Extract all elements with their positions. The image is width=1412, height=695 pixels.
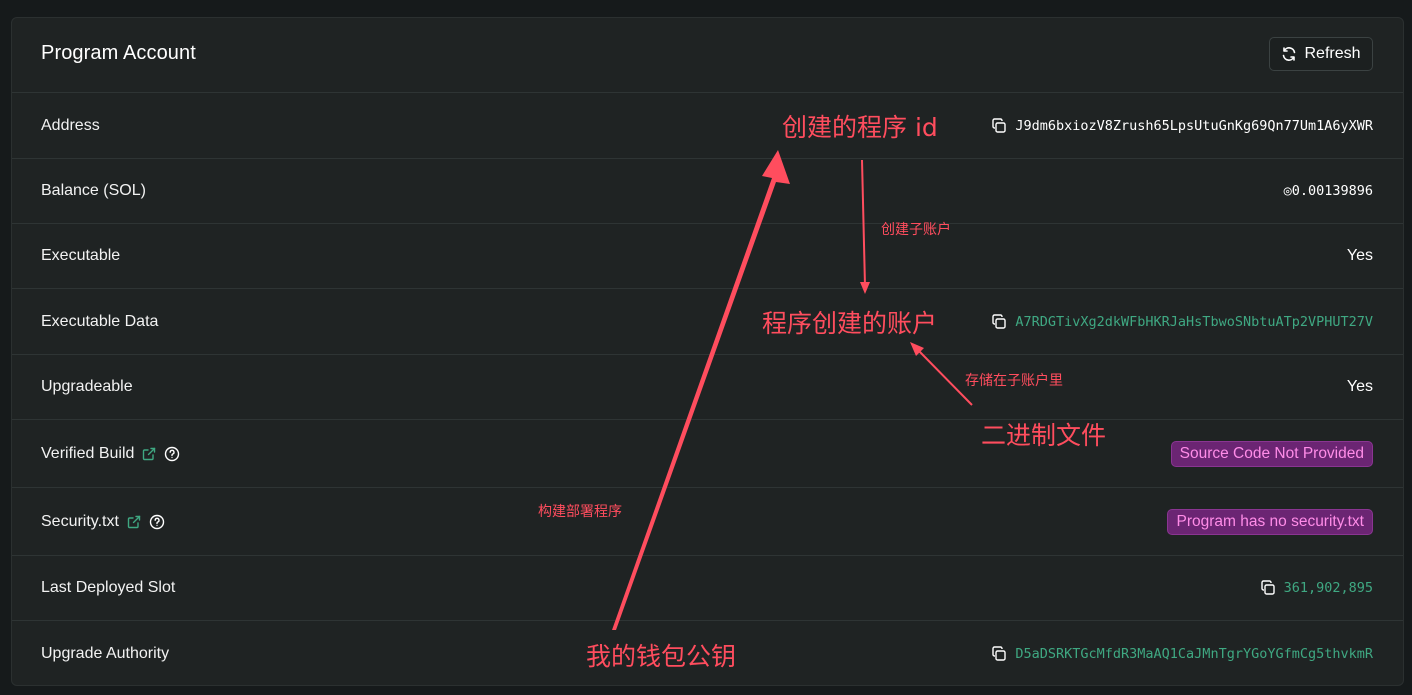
external-link-icon[interactable] bbox=[142, 447, 156, 461]
executable-data-value-group: A7RDGTivXg2dkWFbHKRJaHsTbwoSNbtuATp2VPHU… bbox=[991, 314, 1373, 330]
row-balance: Balance (SOL) ◎0.00139896 bbox=[12, 159, 1403, 224]
executable-label: Executable bbox=[41, 247, 121, 264]
refresh-label: Refresh bbox=[1304, 45, 1361, 62]
address-value[interactable]: J9dm6bxiozV8Zrush65LpsUtuGnKg69Qn77Um1A6… bbox=[1015, 118, 1373, 134]
card-title: Program Account bbox=[41, 42, 196, 64]
copy-icon[interactable] bbox=[991, 646, 1007, 662]
last-deployed-slot-label: Last Deployed Slot bbox=[41, 579, 176, 596]
row-last-deployed-slot: Last Deployed Slot 361,902,895 bbox=[12, 556, 1403, 621]
refresh-icon bbox=[1283, 47, 1296, 61]
row-security-txt: Security.txt Program has no security.txt bbox=[12, 488, 1403, 556]
annotation-my-wallet-pubkey: 我的钱包公钥 bbox=[586, 642, 737, 671]
refresh-button[interactable]: Refresh bbox=[1269, 37, 1373, 71]
annotation-create-sub-account: 创建子账户 bbox=[881, 222, 951, 238]
security-txt-label: Security.txt bbox=[41, 512, 119, 530]
verified-build-label-group: Verified Build bbox=[41, 445, 180, 463]
annotation-stored-in-sub-account: 存储在子账户里 bbox=[965, 373, 1063, 389]
row-executable-data: Executable Data A7RDGTivXg2dkWFbHKRJaHsT… bbox=[12, 289, 1403, 355]
annotation-binary-file: 二进制文件 bbox=[981, 421, 1107, 450]
verified-build-badge: Source Code Not Provided bbox=[1170, 440, 1373, 467]
security-txt-label-group: Security.txt bbox=[41, 513, 165, 531]
last-deployed-slot-value-group: 361,902,895 bbox=[1260, 580, 1373, 596]
program-account-card: Program Account Refresh Address J9dm6bxi… bbox=[11, 17, 1404, 686]
upgradeable-label: Upgradeable bbox=[41, 378, 133, 395]
verified-build-label: Verified Build bbox=[41, 444, 135, 462]
external-link-icon[interactable] bbox=[127, 515, 141, 529]
copy-icon[interactable] bbox=[991, 313, 1007, 330]
executable-value-group: Yes bbox=[1347, 247, 1373, 265]
security-txt-badge: Program has no security.txt bbox=[1167, 508, 1373, 535]
last-deployed-slot-link[interactable]: 361,902,895 bbox=[1284, 580, 1373, 596]
upgrade-authority-value-group: D5aDSRKTGcMfdR3MaAQ1CaJMnTgrYGoYGfmCg5th… bbox=[991, 646, 1373, 662]
executable-data-link[interactable]: A7RDGTivXg2dkWFbHKRJaHsTbwoSNbtuATp2VPHU… bbox=[1015, 314, 1373, 330]
row-verified-build: Verified Build Source Code Not Provided bbox=[12, 420, 1403, 488]
executable-value: Yes bbox=[1346, 247, 1373, 264]
upgrade-authority-label: Upgrade Authority bbox=[41, 645, 170, 662]
balance-value: ◎0.00139896 bbox=[1283, 183, 1373, 199]
annotation-build-deploy-program: 构建部署程序 bbox=[538, 504, 622, 520]
annotation-program-created-account: 程序创建的账户 bbox=[762, 309, 938, 338]
row-upgradeable: Upgradeable Yes bbox=[12, 355, 1403, 420]
balance-value-group: ◎0.00139896 bbox=[1284, 183, 1373, 199]
upgrade-authority-link[interactable]: D5aDSRKTGcMfdR3MaAQ1CaJMnTgrYGoYGfmCg5th… bbox=[1015, 646, 1373, 662]
executable-data-label: Executable Data bbox=[41, 312, 159, 330]
help-circle-icon[interactable] bbox=[164, 446, 180, 462]
help-circle-icon[interactable] bbox=[149, 514, 165, 530]
address-label: Address bbox=[41, 116, 100, 134]
balance-label: Balance (SOL) bbox=[41, 182, 146, 199]
security-txt-value-group: Program has no security.txt bbox=[1167, 508, 1373, 535]
copy-icon[interactable] bbox=[1260, 580, 1276, 596]
copy-icon[interactable] bbox=[991, 117, 1007, 134]
verified-build-value-group: Source Code Not Provided bbox=[1170, 440, 1373, 467]
row-executable: Executable Yes bbox=[12, 224, 1403, 289]
address-value-group: J9dm6bxiozV8Zrush65LpsUtuGnKg69Qn77Um1A6… bbox=[991, 118, 1373, 134]
row-address: Address J9dm6bxiozV8Zrush65LpsUtuGnKg69Q… bbox=[12, 93, 1403, 159]
card-header: Program Account Refresh bbox=[12, 18, 1403, 93]
upgradeable-value: Yes bbox=[1346, 378, 1373, 395]
annotation-program-id: 创建的程序 id bbox=[782, 113, 938, 142]
upgradeable-value-group: Yes bbox=[1347, 378, 1373, 396]
